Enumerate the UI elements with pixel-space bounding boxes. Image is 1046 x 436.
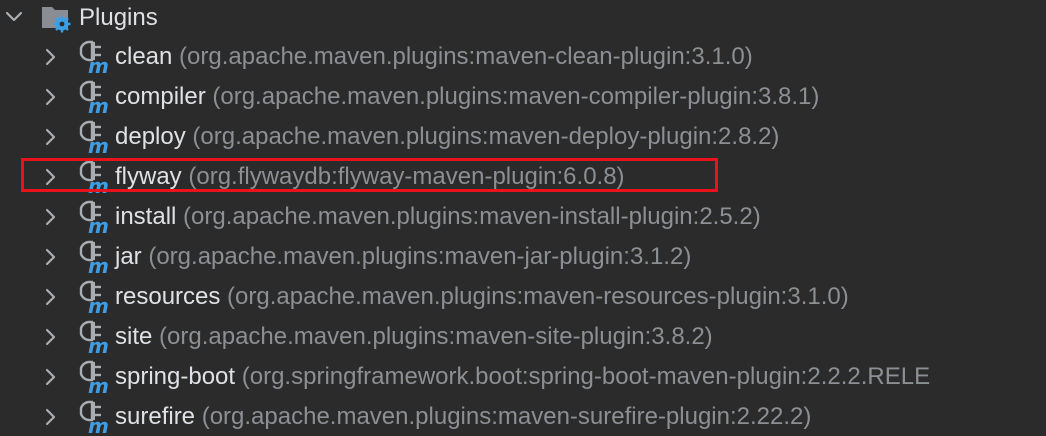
maven-plugin-icon: m xyxy=(78,39,110,78)
plugins-folder-icon xyxy=(40,2,72,34)
maven-plugin-icon: m xyxy=(78,399,110,436)
plugin-coordinates: (org.apache.maven.plugins:maven-surefire… xyxy=(201,403,812,430)
plugin-name: flyway xyxy=(115,163,182,190)
plugin-row-surefire[interactable]: m surefire (org.apache.maven.plugins:mave… xyxy=(0,397,1046,436)
plugin-label: flyway (org.flywaydb:flyway-maven-plugin… xyxy=(115,157,625,197)
chevron-right-icon[interactable] xyxy=(39,246,61,268)
svg-text:m: m xyxy=(88,54,109,75)
plugin-label: deploy (org.apache.maven.plugins:maven-d… xyxy=(115,117,779,157)
svg-text:m: m xyxy=(88,174,109,195)
plugin-coordinates: (org.springframework.boot:spring-boot-ma… xyxy=(241,363,931,390)
maven-plugin-icon: m xyxy=(78,359,110,398)
chevron-right-icon[interactable] xyxy=(39,206,61,228)
plugin-coordinates: (org.apache.maven.plugins:maven-install-… xyxy=(183,203,761,230)
maven-plugin-icon: m xyxy=(78,79,110,118)
svg-text:m: m xyxy=(88,134,109,155)
plugin-label: spring-boot (org.springframework.boot:sp… xyxy=(115,357,930,397)
plugin-row-site[interactable]: m site (org.apache.maven.plugins:maven-si… xyxy=(0,317,1046,358)
plugins-group-label: Plugins xyxy=(79,4,158,31)
plugin-name: spring-boot xyxy=(115,363,236,390)
svg-text:m: m xyxy=(88,214,109,235)
plugin-row-deploy[interactable]: m deploy (org.apache.maven.plugins:maven-… xyxy=(0,117,1046,158)
svg-text:m: m xyxy=(88,254,109,275)
plugin-name: jar xyxy=(115,243,142,270)
svg-text:m: m xyxy=(88,414,109,435)
plugin-name: clean xyxy=(115,43,173,70)
plugin-coordinates: (org.apache.maven.plugins:maven-resource… xyxy=(227,283,849,310)
plugin-row-spring-boot[interactable]: m spring-boot (org.springframework.boot:s… xyxy=(0,357,1046,398)
svg-text:m: m xyxy=(88,94,109,115)
chevron-right-icon[interactable] xyxy=(39,406,61,428)
plugin-row-clean[interactable]: m clean (org.apache.maven.plugins:maven-c… xyxy=(0,37,1046,78)
plugin-label: install (org.apache.maven.plugins:maven-… xyxy=(115,197,761,237)
plugin-name: resources xyxy=(115,283,221,310)
tree-node-plugins[interactable]: Plugins xyxy=(0,0,1046,36)
chevron-right-icon[interactable] xyxy=(39,46,61,68)
svg-text:m: m xyxy=(88,294,109,315)
maven-plugin-icon: m xyxy=(78,239,110,278)
maven-plugin-icon: m xyxy=(78,279,110,318)
maven-plugin-icon: m xyxy=(78,319,110,358)
plugin-coordinates: (org.apache.maven.plugins:maven-site-plu… xyxy=(159,323,713,350)
plugin-name: install xyxy=(115,203,177,230)
plugin-coordinates: (org.flywaydb:flyway-maven-plugin:6.0.8) xyxy=(188,163,625,190)
plugin-label: clean (org.apache.maven.plugins:maven-cl… xyxy=(115,37,753,77)
chevron-down-icon[interactable] xyxy=(3,6,25,28)
plugin-name: site xyxy=(115,323,153,350)
plugin-label: compiler (org.apache.maven.plugins:maven… xyxy=(115,77,819,117)
plugin-row-install[interactable]: m install (org.apache.maven.plugins:maven… xyxy=(0,197,1046,238)
maven-plugin-icon: m xyxy=(78,119,110,158)
plugin-coordinates: (org.apache.maven.plugins:maven-jar-plug… xyxy=(148,243,692,270)
plugin-name: compiler xyxy=(115,83,206,110)
chevron-right-icon[interactable] xyxy=(39,166,61,188)
plugin-row-jar[interactable]: m jar (org.apache.maven.plugins:maven-jar… xyxy=(0,237,1046,278)
plugin-row-flyway[interactable]: m flyway (org.flywaydb:flyway-maven-plugi… xyxy=(0,157,1046,198)
chevron-right-icon[interactable] xyxy=(39,366,61,388)
chevron-right-icon[interactable] xyxy=(39,286,61,308)
plugin-label: surefire (org.apache.maven.plugins:maven… xyxy=(115,397,811,436)
plugin-label: resources (org.apache.maven.plugins:mave… xyxy=(115,277,849,317)
svg-text:m: m xyxy=(88,334,109,355)
plugin-name: surefire xyxy=(115,403,196,430)
chevron-right-icon[interactable] xyxy=(39,326,61,348)
maven-plugin-icon: m xyxy=(78,199,110,238)
plugin-row-compiler[interactable]: m compiler (org.apache.maven.plugins:mave… xyxy=(0,77,1046,118)
chevron-right-icon[interactable] xyxy=(39,86,61,108)
plugin-coordinates: (org.apache.maven.plugins:maven-compiler… xyxy=(212,83,820,110)
plugin-label: site (org.apache.maven.plugins:maven-sit… xyxy=(115,317,713,357)
plugin-row-resources[interactable]: m resources (org.apache.maven.plugins:mav… xyxy=(0,277,1046,318)
plugin-name: deploy xyxy=(115,123,186,150)
plugin-coordinates: (org.apache.maven.plugins:maven-clean-pl… xyxy=(179,43,753,70)
maven-plugin-icon: m xyxy=(78,159,110,198)
plugin-label: jar (org.apache.maven.plugins:maven-jar-… xyxy=(115,237,691,277)
maven-plugins-tree: Plugins m clean (org.apache.maven.plugins… xyxy=(0,0,1046,436)
svg-text:m: m xyxy=(88,374,109,395)
chevron-right-icon[interactable] xyxy=(39,126,61,148)
plugin-coordinates: (org.apache.maven.plugins:maven-deploy-p… xyxy=(192,123,780,150)
